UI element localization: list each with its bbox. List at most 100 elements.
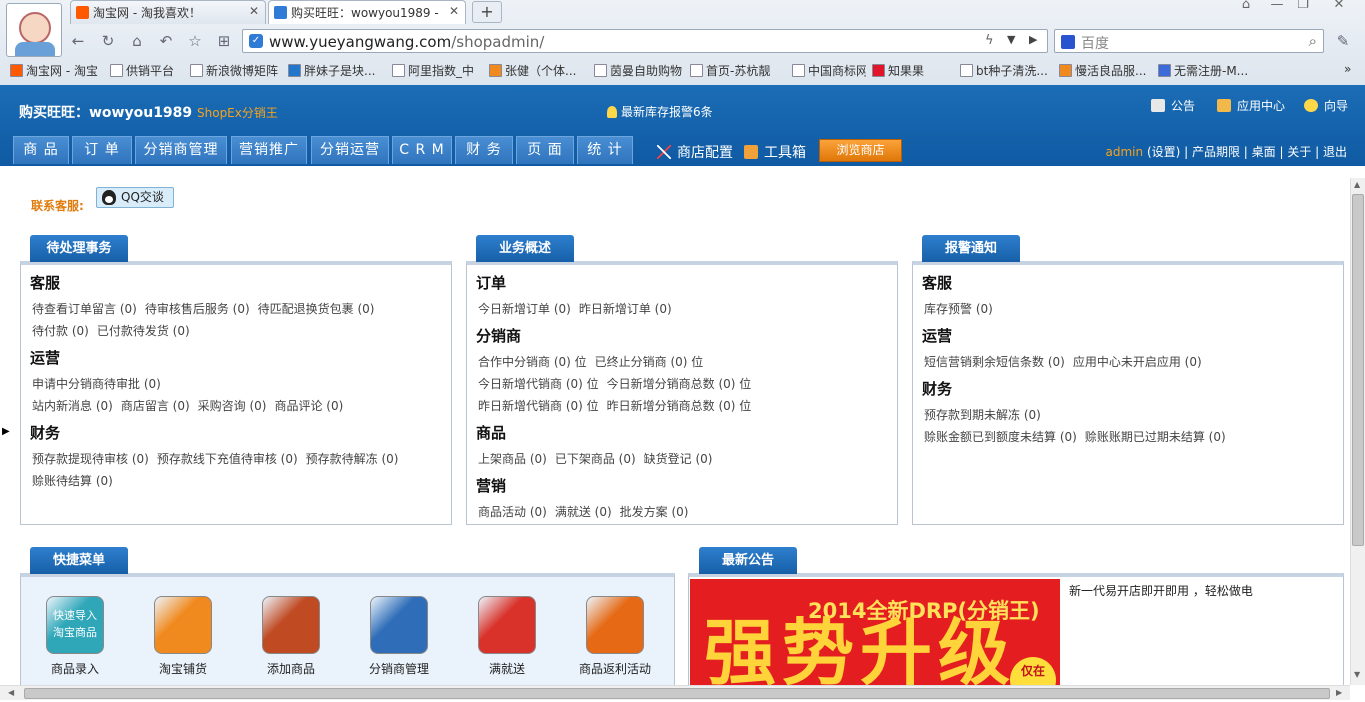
stat-link[interactable]: 今日新增订单 (0) <box>478 302 571 316</box>
app-center-link[interactable]: 应用中心 <box>1217 97 1285 114</box>
search-box[interactable]: 百度 ⌕ <box>1054 29 1324 53</box>
stat-link[interactable]: 应用中心未开启应用 (0) <box>1073 355 1202 369</box>
stat-link[interactable]: 站内新消息 (0) <box>32 399 113 413</box>
window-menu-icon[interactable]: ⌂ <box>1233 0 1259 13</box>
close-tab-icon[interactable]: ✕ <box>249 4 259 18</box>
bookmark-item[interactable]: 知果果 <box>870 62 954 80</box>
promo-banner[interactable]: 2014全新DRP(分销王) 强势升级 仅在 <box>690 579 1060 685</box>
qq-chat-button[interactable]: QQ交谈 <box>96 187 174 208</box>
nav-tab[interactable]: 商 品 <box>13 136 69 164</box>
stat-link[interactable]: 昨日新增代销商 (0) 位 <box>478 399 599 413</box>
close-window-icon[interactable]: ✕ <box>1326 0 1352 13</box>
bookmark-item[interactable]: 淘宝网 - 淘宝 <box>8 62 100 80</box>
admin-links[interactable]: admin (设置) | 产品期限 | 桌面 | 关于 | 退出 <box>1106 143 1348 160</box>
stat-link[interactable]: 已付款待发货 (0) <box>97 324 190 338</box>
stat-link[interactable]: 预存款到期未解冻 (0) <box>924 408 1041 422</box>
stat-link[interactable]: 待查看订单留言 (0) <box>32 302 137 316</box>
distributor-manage-icon[interactable] <box>370 596 428 654</box>
stat-link[interactable]: 赊账待结算 (0) <box>32 474 113 488</box>
user-avatar[interactable] <box>6 3 62 57</box>
bookmark-item[interactable]: 张健（个体... <box>487 62 587 80</box>
lightning-icon[interactable]: ϟ <box>985 33 994 48</box>
bookmark-item[interactable]: bt种子清洗... <box>958 62 1054 80</box>
restore-window-icon[interactable]: ❐ <box>1290 0 1316 13</box>
nav-tab[interactable]: 页 面 <box>516 136 574 164</box>
stat-link[interactable]: 赊账金额已到额度未结算 (0) <box>924 430 1077 444</box>
bookmark-item[interactable]: 胖妹子是块... <box>286 62 386 80</box>
stat-link[interactable]: 待审核售后服务 (0) <box>145 302 250 316</box>
address-bar[interactable]: ✓ www.yueyangwang.com/shopadmin/ ϟ ▼ ▶ <box>242 29 1048 53</box>
nav-tab[interactable]: 统 计 <box>577 136 633 164</box>
browse-shop-button[interactable]: 浏览商店 <box>819 139 902 162</box>
bookmark-item[interactable]: 新浪微博矩阵 <box>188 62 282 80</box>
vertical-scroll-thumb[interactable] <box>1352 194 1364 546</box>
bookmark-item[interactable]: 首页-苏杭靓 <box>688 62 786 80</box>
reload-icon[interactable]: ↻ <box>98 31 118 51</box>
stat-link[interactable]: 库存预警 (0) <box>924 302 993 316</box>
stat-link[interactable]: 赊账账期已过期未结算 (0) <box>1085 430 1226 444</box>
bookmark-item[interactable]: 供销平台 <box>108 62 184 80</box>
bookmark-item[interactable]: 阿里指数_中 <box>390 62 482 80</box>
stat-link[interactable]: 预存款待解冻 (0) <box>306 452 399 466</box>
back-icon[interactable]: ← <box>68 31 88 51</box>
sidebar-toggle-icon[interactable]: ▶ <box>2 426 10 437</box>
minimize-window-icon[interactable]: — <box>1264 0 1290 13</box>
nav-tab[interactable]: 分销运营 <box>311 136 389 164</box>
quick-menu-label[interactable]: 添加商品 <box>246 660 336 677</box>
stat-link[interactable]: 合作中分销商 (0) 位 <box>478 355 587 369</box>
stat-link[interactable]: 申请中分销商待审批 (0) <box>32 377 161 391</box>
nav-tab[interactable]: 财 务 <box>455 136 513 164</box>
stat-link[interactable]: 昨日新增订单 (0) <box>579 302 672 316</box>
stat-link[interactable]: 已终止分销商 (0) 位 <box>595 355 704 369</box>
quick-menu-label[interactable]: 淘宝铺货 <box>138 660 228 677</box>
quick-menu-label[interactable]: 满就送 <box>462 660 552 677</box>
add-product-icon[interactable] <box>262 596 320 654</box>
rebate-smile-icon[interactable] <box>586 596 644 654</box>
vertical-scrollbar[interactable]: ▲ ▼ <box>1350 178 1365 685</box>
toolbox-link[interactable]: 工具箱 <box>744 142 806 162</box>
stat-link[interactable]: 预存款线下充值待审核 (0) <box>157 452 298 466</box>
bookmark-item[interactable]: 茵曼自助购物 <box>592 62 684 80</box>
taobao-import-icon[interactable]: 快速导入淘宝商品 <box>46 596 104 654</box>
stat-link[interactable]: 缺货登记 (0) <box>644 452 713 466</box>
nav-tab[interactable]: 订 单 <box>72 136 132 164</box>
stat-link[interactable]: 满就送 (0) <box>555 505 612 519</box>
gift-icon[interactable] <box>478 596 536 654</box>
taobao-distribute-icon[interactable] <box>154 596 212 654</box>
quick-menu-label[interactable]: 分销商管理 <box>354 660 444 677</box>
guide-link[interactable]: 向导 <box>1304 97 1348 114</box>
close-tab-icon[interactable]: ✕ <box>449 4 459 18</box>
notice-link[interactable]: 公告 <box>1151 97 1195 114</box>
scroll-right-icon[interactable]: ▶ <box>1336 688 1342 697</box>
favorite-star-icon[interactable]: ☆ <box>185 31 205 51</box>
stat-link[interactable]: 批发方案 (0) <box>620 505 689 519</box>
horizontal-scrollbar[interactable]: ◀ ▶ <box>0 685 1350 700</box>
bookmark-item[interactable]: 中国商标网... <box>790 62 866 80</box>
go-arrow-icon[interactable]: ▶ <box>1029 33 1037 46</box>
bookmark-item[interactable]: 慢活良品服... <box>1057 62 1151 80</box>
dropdown-arrow-icon[interactable]: ▼ <box>1007 33 1015 46</box>
new-tab-button[interactable]: + <box>472 1 502 23</box>
browser-tab-taobao[interactable]: 淘宝网 - 淘我喜欢！ ✕ <box>70 0 266 24</box>
browser-tab-shopadmin[interactable]: 购买旺旺：wowyou1989 - ✕ <box>268 0 466 24</box>
nav-tab[interactable]: 营销推广 <box>231 136 307 164</box>
quick-menu-label[interactable]: 商品返利活动 <box>570 660 660 677</box>
stat-link[interactable]: 待付款 (0) <box>32 324 89 338</box>
bookmarks-more-icon[interactable]: » <box>1340 62 1360 80</box>
admin-user[interactable]: admin <box>1106 145 1144 159</box>
news-headline-link[interactable]: 新一代易开店即开即用 ，轻松做电 <box>1069 582 1264 599</box>
apps-grid-icon[interactable]: ⊞ <box>214 31 234 51</box>
stat-link[interactable]: 待匹配退换货包裹 (0) <box>258 302 375 316</box>
stat-link[interactable]: 采购咨询 (0) <box>198 399 267 413</box>
stat-link[interactable]: 上架商品 (0) <box>478 452 547 466</box>
stat-link[interactable]: 商品评论 (0) <box>274 399 343 413</box>
stock-alert[interactable]: 最新库存报警6条 <box>607 103 713 120</box>
scroll-down-icon[interactable]: ▼ <box>1354 670 1360 679</box>
shop-config-link[interactable]: 商店配置 <box>657 142 733 162</box>
stat-link[interactable]: 昨日新增分销商总数 (0) 位 <box>607 399 752 413</box>
scroll-up-icon[interactable]: ▲ <box>1354 180 1360 189</box>
stat-link[interactable]: 今日新增分销商总数 (0) 位 <box>607 377 752 391</box>
stat-link[interactable]: 短信营销剩余短信条数 (0) <box>924 355 1065 369</box>
horizontal-scroll-thumb[interactable] <box>24 688 1330 699</box>
nav-tab[interactable]: C R M <box>392 136 452 164</box>
